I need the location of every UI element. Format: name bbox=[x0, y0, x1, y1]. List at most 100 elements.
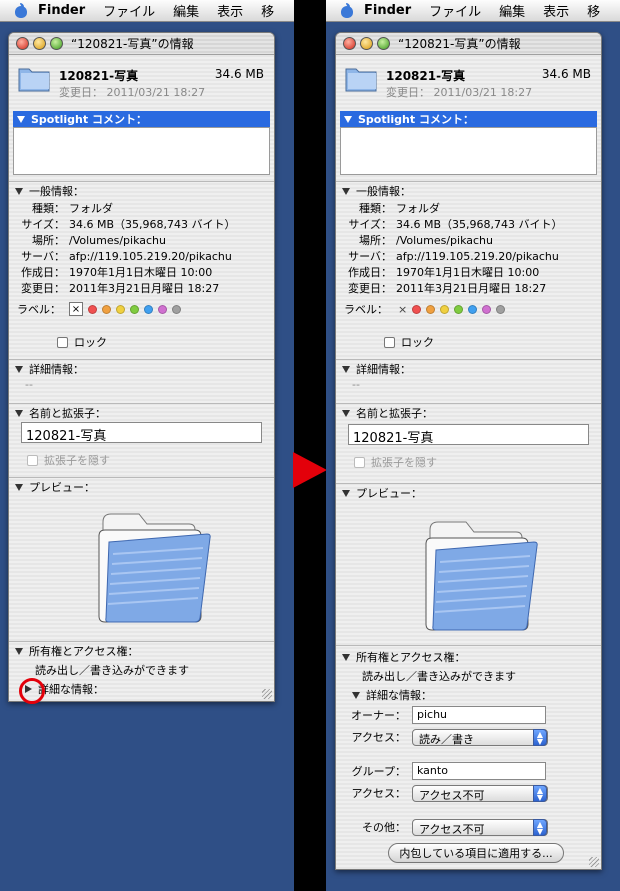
resize-grip[interactable] bbox=[262, 689, 272, 699]
label-yellow[interactable] bbox=[440, 304, 450, 314]
zoom-button[interactable] bbox=[377, 37, 390, 50]
minimize-button[interactable] bbox=[360, 37, 373, 50]
checkbox-icon bbox=[354, 456, 365, 468]
name-ext-section: 名前と拡張子： 120821-写真 拡張子を隠す bbox=[336, 403, 601, 483]
label-blue[interactable] bbox=[468, 304, 478, 314]
highlight-circle bbox=[19, 678, 45, 704]
menu-edit[interactable]: 編集 bbox=[499, 1, 525, 20]
label-orange[interactable] bbox=[426, 304, 436, 314]
name-field[interactable]: 120821-写真 bbox=[348, 424, 589, 446]
window-title: “120821-写真”の情報 bbox=[71, 37, 194, 51]
disclosure-down-icon bbox=[342, 187, 350, 195]
detail-header[interactable]: 詳細な情報： bbox=[336, 686, 601, 704]
apple-menu-icon[interactable] bbox=[14, 2, 28, 19]
ownership-section: 所有権とアクセス権： 読み出し／書き込みができます 詳細な情報： オーナー： p… bbox=[336, 645, 601, 869]
disclosure-down-icon bbox=[342, 489, 350, 497]
spotlight-header[interactable]: Spotlight コメント： bbox=[340, 111, 597, 127]
menu-go[interactable]: 移 bbox=[261, 1, 274, 20]
detail-header[interactable]: 詳細な情報： bbox=[9, 680, 274, 698]
ownership-header[interactable]: 所有権とアクセス権： bbox=[336, 648, 601, 666]
more-info-header[interactable]: 詳細情報： bbox=[336, 360, 601, 378]
lock-checkbox[interactable]: ロック bbox=[57, 334, 274, 350]
owner-access-row: アクセス： 読み／書き ▲ ▼ bbox=[336, 726, 601, 748]
modified-row: 変更日： 2011年3月21日月曜日 18:27 bbox=[21, 282, 220, 295]
ownership-header[interactable]: 所有権とアクセス権： bbox=[9, 642, 274, 660]
group-access-label: アクセス： bbox=[351, 787, 406, 800]
name-ext-title: 名前と拡張子： bbox=[356, 407, 433, 420]
group-field[interactable]: kanto bbox=[412, 762, 546, 780]
label-red[interactable] bbox=[412, 304, 422, 314]
name-field[interactable]: 120821-写真 bbox=[21, 422, 262, 444]
checkbox-icon bbox=[27, 454, 38, 466]
label-none-button[interactable]: × bbox=[69, 302, 83, 316]
hide-ext-checkbox[interactable]: 拡張子を隠す bbox=[27, 452, 274, 468]
disclosure-down-icon bbox=[15, 483, 23, 491]
spotlight-header[interactable]: Spotlight コメント： bbox=[13, 111, 270, 127]
size-row: サイズ： 34.6 MB（35,968,743 バイト） bbox=[348, 218, 563, 231]
spotlight-comment-field[interactable] bbox=[340, 127, 597, 175]
general-section: 一般情報： 種類： フォルダ サイズ： 34.6 MB（35,968,743 バイト… bbox=[9, 181, 274, 359]
label-green[interactable] bbox=[130, 304, 139, 314]
other-access-popup[interactable]: アクセス不可 ▲ ▼ bbox=[412, 818, 548, 836]
menu-go[interactable]: 移 bbox=[587, 1, 600, 20]
more-info-section: 詳細情報： -- bbox=[9, 359, 274, 403]
menu-view[interactable]: 表示 bbox=[543, 1, 569, 20]
close-button[interactable] bbox=[343, 37, 356, 50]
group-access-popup[interactable]: アクセス不可 ▲ ▼ bbox=[412, 784, 548, 802]
checkbox-icon bbox=[384, 336, 395, 348]
label-gray[interactable] bbox=[172, 304, 181, 314]
title-bar[interactable]: “120821-写真”の情報 bbox=[336, 33, 601, 55]
menu-edit[interactable]: 編集 bbox=[173, 1, 199, 20]
name-ext-title: 名前と拡張子： bbox=[29, 407, 106, 420]
owner-field[interactable]: pichu bbox=[412, 706, 546, 724]
label-orange[interactable] bbox=[102, 304, 111, 314]
folder-icon bbox=[345, 68, 377, 92]
general-title: 一般情報： bbox=[29, 185, 84, 198]
menu-finder[interactable]: Finder bbox=[364, 3, 411, 18]
disclosure-down-icon bbox=[342, 409, 350, 417]
preview-header[interactable]: プレビュー： bbox=[9, 478, 274, 496]
modified-row: 変更日： 2011年3月21日月曜日 18:27 bbox=[348, 282, 547, 295]
menu-file[interactable]: ファイル bbox=[429, 1, 481, 20]
disclosure-down-icon bbox=[15, 187, 23, 195]
info-window-expanded: “120821-写真”の情報 120821-写真 34.6 MB 変更日： 20… bbox=[335, 32, 602, 870]
label-none-button[interactable]: × bbox=[398, 303, 407, 316]
menu-finder[interactable]: Finder bbox=[38, 3, 85, 18]
general-header[interactable]: 一般情報： bbox=[336, 182, 601, 200]
menu-view[interactable]: 表示 bbox=[217, 1, 243, 20]
owner-row: オーナー： pichu bbox=[336, 704, 601, 726]
info-window: “120821-写真”の情報 120821-写真 34.6 MB 変更日： 20… bbox=[8, 32, 275, 702]
lock-checkbox[interactable]: ロック bbox=[384, 334, 601, 350]
label-red[interactable] bbox=[88, 304, 97, 314]
title-bar[interactable]: “120821-写真”の情報 bbox=[9, 33, 274, 55]
name-ext-header[interactable]: 名前と拡張子： bbox=[9, 404, 274, 422]
file-name: 120821-写真 bbox=[386, 69, 466, 83]
spotlight-comment-field[interactable] bbox=[13, 127, 270, 175]
label-purple[interactable] bbox=[482, 304, 492, 314]
more-info-header[interactable]: 詳細情報： bbox=[9, 360, 274, 378]
hide-ext-checkbox[interactable]: 拡張子を隠す bbox=[354, 454, 601, 470]
disclosure-down-icon[interactable] bbox=[352, 691, 360, 699]
label-green[interactable] bbox=[454, 304, 464, 314]
name-ext-header[interactable]: 名前と拡張子： bbox=[336, 404, 601, 422]
label-yellow[interactable] bbox=[116, 304, 125, 314]
server-row: サーバ： afp://119.105.219.20/pikachu bbox=[21, 249, 232, 264]
group-label: グループ： bbox=[351, 765, 406, 778]
menu-file[interactable]: ファイル bbox=[103, 1, 155, 20]
close-button[interactable] bbox=[16, 37, 29, 50]
disclosure-down-icon bbox=[15, 647, 23, 655]
label-key: ラベル： bbox=[344, 303, 388, 316]
file-size: 34.6 MB bbox=[541, 67, 591, 81]
label-blue[interactable] bbox=[144, 304, 153, 314]
preview-header[interactable]: プレビュー： bbox=[336, 484, 601, 502]
zoom-button[interactable] bbox=[50, 37, 63, 50]
owner-access-popup[interactable]: 読み／書き ▲ ▼ bbox=[412, 728, 548, 746]
label-purple[interactable] bbox=[158, 304, 167, 314]
desktop-right: Finder ファイル 編集 表示 移 “120821-写真”の情報 12082… bbox=[326, 0, 620, 891]
label-gray[interactable] bbox=[496, 304, 506, 314]
resize-grip[interactable] bbox=[589, 857, 599, 867]
apple-menu-icon[interactable] bbox=[340, 2, 354, 19]
minimize-button[interactable] bbox=[33, 37, 46, 50]
general-header[interactable]: 一般情報： bbox=[9, 182, 274, 200]
apply-to-enclosed-button[interactable]: 内包している項目に適用する... bbox=[388, 843, 564, 863]
